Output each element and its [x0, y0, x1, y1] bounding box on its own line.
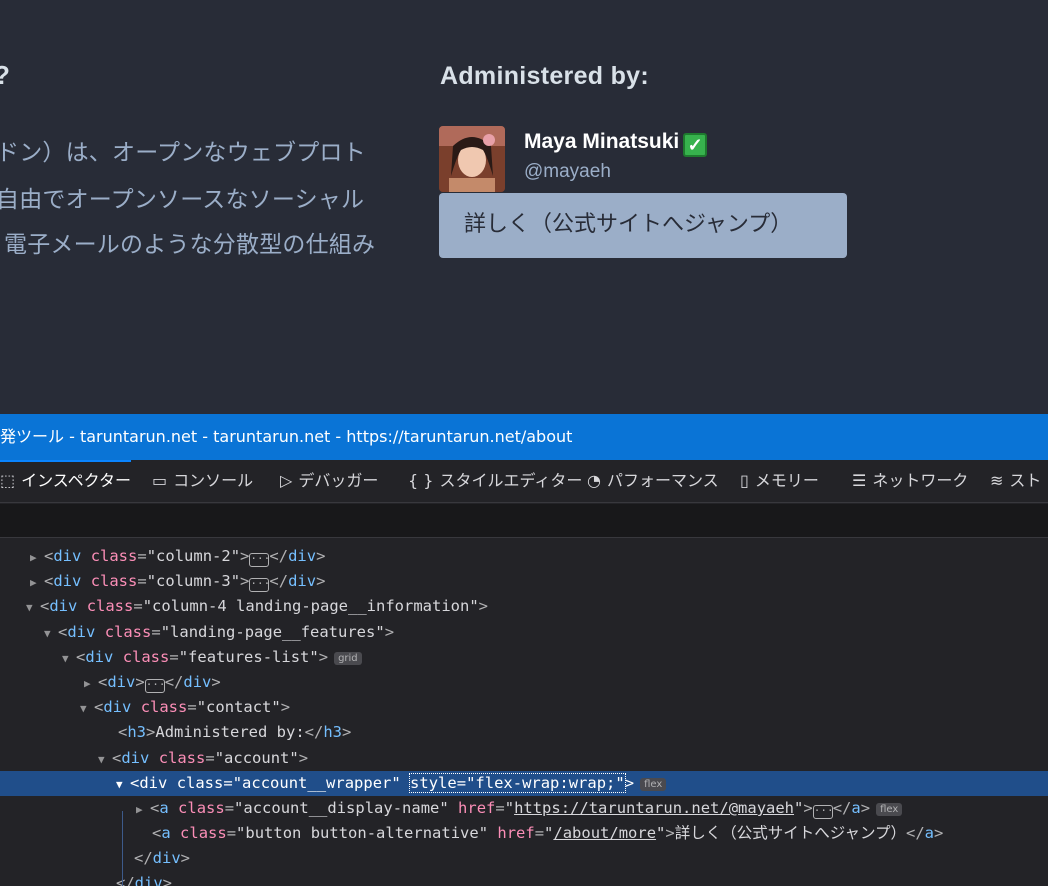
collapse-arrow-icon[interactable]: ▼ — [116, 772, 130, 797]
heading-fragment: ? — [0, 60, 10, 91]
more-info-button[interactable]: 詳しく（公式サイトへジャンプ） — [439, 193, 847, 258]
about-text-line: ドン）は、オープンなウェブプロト — [0, 140, 366, 166]
href-link[interactable]: https://taruntarun.net/@mayaeh — [514, 799, 794, 817]
expand-arrow-icon[interactable]: ▶ — [30, 545, 44, 570]
administered-by-heading: Administered by: — [440, 62, 649, 90]
markup-view[interactable]: ▶ <div class="column-2">···</div> ▶ <div c… — [0, 538, 1048, 886]
ellipsis-icon[interactable]: ··· — [249, 578, 270, 592]
markup-node[interactable]: ▶ <div class="column-2">···</div> — [0, 544, 1048, 569]
markup-node[interactable]: ▼ <div class="account"> — [0, 746, 1048, 771]
collapse-arrow-icon[interactable]: ▼ — [98, 747, 112, 772]
collapse-arrow-icon[interactable]: ▼ — [44, 621, 58, 646]
markup-node-selected[interactable]: ▼ <div class="account__wrapper" style="fl… — [0, 771, 1048, 796]
devtools-titlebar[interactable]: 発ツール - taruntarun.net - taruntarun.net -… — [0, 414, 1048, 460]
indent-guide — [122, 811, 123, 886]
performance-icon: ◔ — [587, 471, 601, 490]
devtools-panel: 発ツール - taruntarun.net - taruntarun.net -… — [0, 414, 1048, 886]
expand-arrow-icon[interactable]: ▶ — [84, 671, 98, 696]
markup-node[interactable]: ▼ <div class="column-4 landing-page__info… — [0, 594, 1048, 619]
devtools-tabbar: ⬚ インスペクター ▭ コンソール ▷ デバッガー { } スタイルエディター ◔ パフォ… — [0, 460, 1048, 503]
markup-search-bar[interactable] — [0, 504, 1048, 538]
collapse-arrow-icon[interactable]: ▼ — [26, 595, 40, 620]
about-text-line: 自由でオープンソースなソーシャル — [0, 187, 365, 213]
markup-node[interactable]: <a class="button button-alternative" hre… — [0, 821, 1048, 846]
flex-badge[interactable]: flex — [640, 778, 667, 791]
verified-check-icon: ✓ — [683, 133, 708, 157]
about-text-line: 電子メールのような分散型の仕組み — [4, 232, 376, 258]
style-editor-icon: { } — [408, 471, 434, 490]
tab-performance[interactable]: ◔ パフォーマンス — [587, 460, 719, 502]
ellipsis-icon[interactable]: ··· — [144, 679, 166, 693]
markup-node[interactable]: ▼ <div class="landing-page__features"> — [0, 620, 1048, 645]
inspector-icon: ⬚ — [0, 471, 16, 490]
markup-node[interactable]: ▼ <div class="contact"> — [0, 695, 1048, 720]
href-link[interactable]: /about/more — [553, 824, 656, 842]
expand-arrow-icon[interactable]: ▶ — [136, 797, 150, 822]
ellipsis-icon[interactable]: ··· — [249, 553, 270, 567]
avatar[interactable] — [439, 126, 505, 192]
ellipsis-icon[interactable]: ··· — [812, 805, 834, 819]
tab-network[interactable]: ☰ ネットワーク — [852, 460, 968, 502]
network-icon: ☰ — [852, 471, 867, 490]
markup-node[interactable]: ▼ <div class="features-list"> grid — [0, 645, 1048, 670]
storage-icon: ≋ — [990, 471, 1004, 490]
collapse-arrow-icon[interactable]: ▼ — [80, 696, 94, 721]
markup-node[interactable]: ▶ <div>···</div> — [0, 670, 1048, 695]
style-attribute[interactable]: style="flex-wrap:wrap;" — [409, 773, 626, 793]
markup-node[interactable]: </div> — [0, 846, 1048, 871]
console-icon: ▭ — [152, 471, 168, 490]
memory-icon: ▯ — [740, 471, 749, 490]
flex-badge[interactable]: flex — [876, 803, 903, 816]
tab-inspector[interactable]: ⬚ インスペクター — [0, 460, 132, 502]
tab-console[interactable]: ▭ コンソール — [152, 460, 253, 502]
debugger-icon: ▷ — [280, 471, 293, 490]
tab-style-editor[interactable]: { } スタイルエディター — [408, 460, 582, 502]
collapse-arrow-icon[interactable]: ▼ — [62, 646, 76, 671]
expand-arrow-icon[interactable]: ▶ — [30, 570, 44, 595]
grid-badge[interactable]: grid — [334, 652, 362, 665]
markup-node[interactable]: ▶ <div class="column-3">···</div> — [0, 569, 1048, 594]
tab-storage[interactable]: ≋ スト — [990, 460, 1041, 502]
webpage-viewport: ? ドン）は、オープンなウェブプロト 自由でオープンソースなソーシャル 電子メー… — [0, 0, 1048, 414]
markup-node[interactable]: </div> — [0, 871, 1048, 886]
account-display-name[interactable]: Maya Minatsuki ✓ — [524, 130, 708, 157]
markup-node[interactable]: <h3>Administered by:</h3> — [0, 720, 1048, 745]
tab-memory[interactable]: ▯ メモリー — [740, 460, 819, 502]
account-handle[interactable]: @mayaeh — [524, 161, 611, 183]
tab-debugger[interactable]: ▷ デバッガー — [280, 460, 378, 502]
markup-node[interactable]: ▶ <a class="account__display-name" href="… — [0, 796, 1048, 821]
